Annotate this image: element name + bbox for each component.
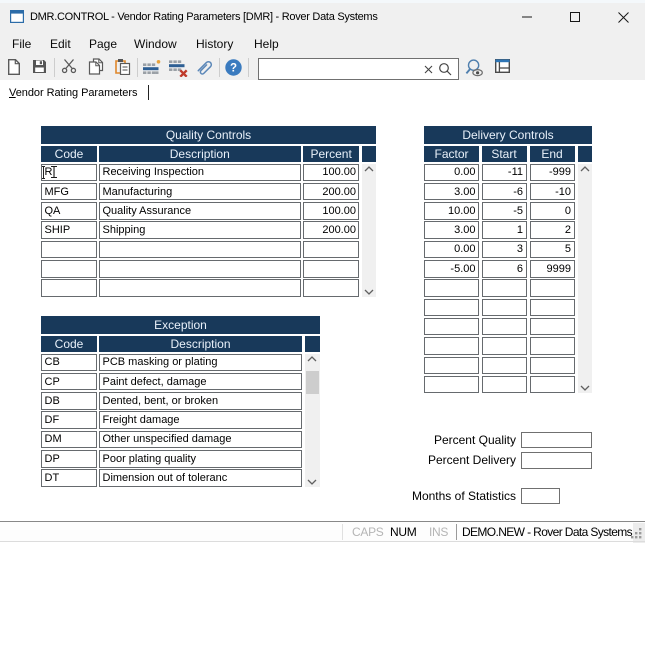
svg-text:?: ? — [230, 63, 237, 75]
